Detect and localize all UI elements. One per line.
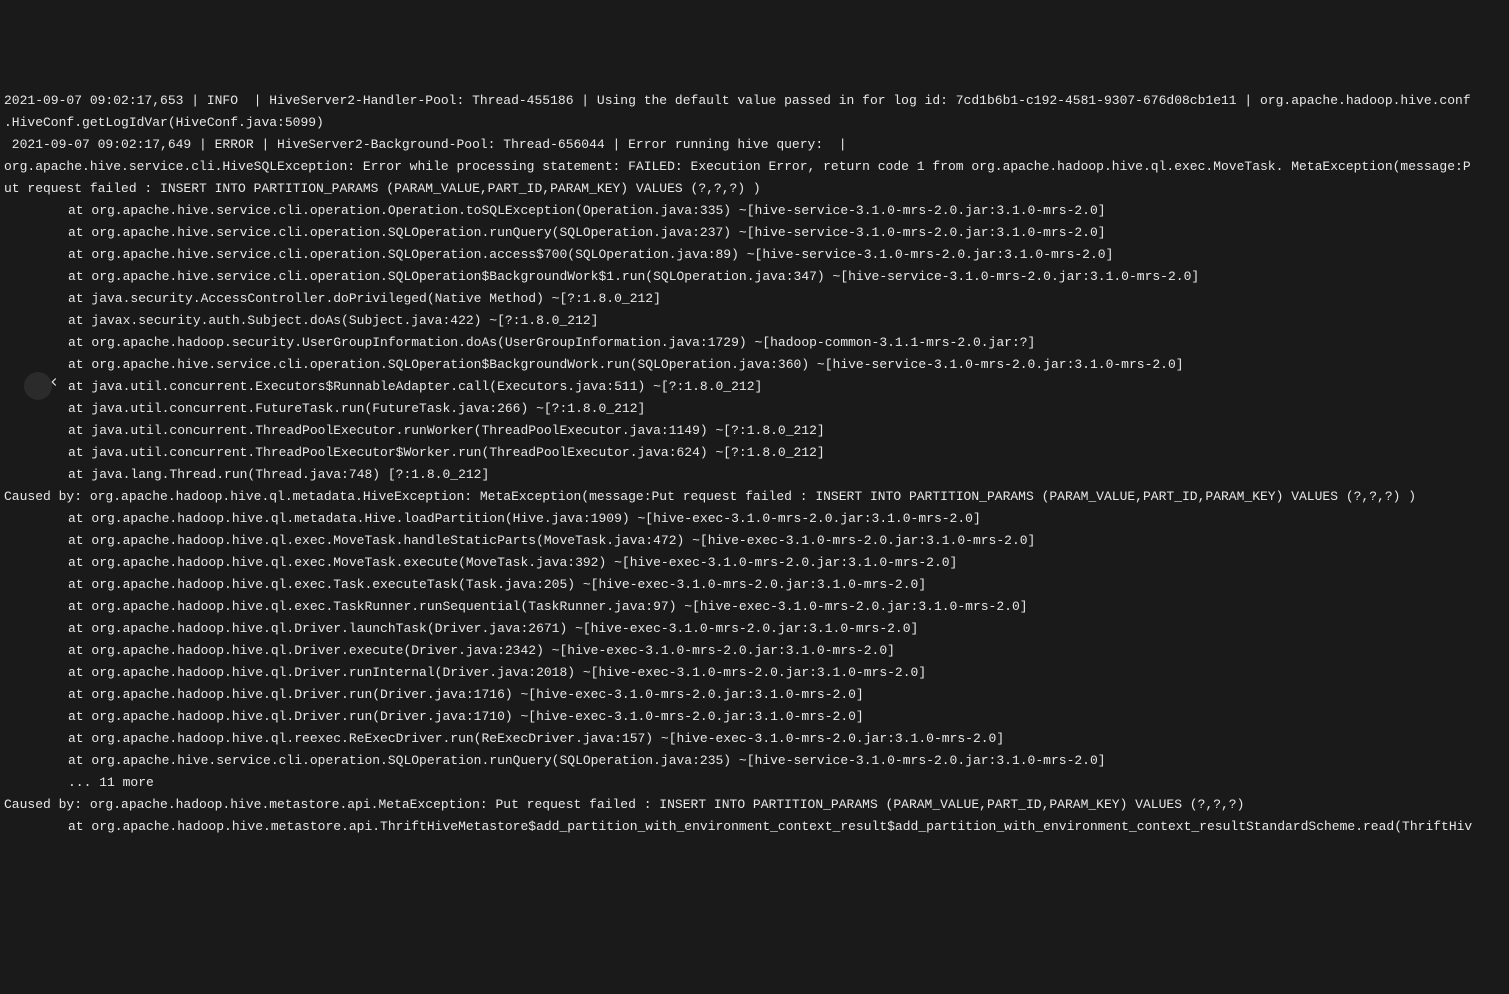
log-line: at org.apache.hive.service.cli.operation… <box>4 354 1505 376</box>
log-line: at java.util.concurrent.ThreadPoolExecut… <box>4 420 1505 442</box>
log-line: Caused by: org.apache.hadoop.hive.metast… <box>4 794 1505 816</box>
log-line: at java.util.concurrent.Executors$Runnab… <box>4 376 1505 398</box>
log-line: at java.security.AccessController.doPriv… <box>4 288 1505 310</box>
log-line: at org.apache.hadoop.hive.ql.Driver.laun… <box>4 618 1505 640</box>
log-line: Caused by: org.apache.hadoop.hive.ql.met… <box>4 486 1505 508</box>
log-line: at org.apache.hadoop.security.UserGroupI… <box>4 332 1505 354</box>
log-line: at org.apache.hive.service.cli.operation… <box>4 750 1505 772</box>
log-line: at org.apache.hadoop.hive.ql.reexec.ReEx… <box>4 728 1505 750</box>
log-line: at java.lang.Thread.run(Thread.java:748)… <box>4 464 1505 486</box>
back-button[interactable] <box>24 372 52 400</box>
log-output: 2021-09-07 09:02:17,653 | INFO | HiveSer… <box>0 88 1509 840</box>
log-line: ... 11 more <box>4 772 1505 794</box>
log-line: at org.apache.hadoop.hive.ql.exec.MoveTa… <box>4 552 1505 574</box>
log-line: at org.apache.hive.service.cli.operation… <box>4 244 1505 266</box>
log-line: at org.apache.hadoop.hive.ql.exec.MoveTa… <box>4 530 1505 552</box>
log-line: at java.util.concurrent.ThreadPoolExecut… <box>4 442 1505 464</box>
log-line: at org.apache.hive.service.cli.operation… <box>4 266 1505 288</box>
log-line: at javax.security.auth.Subject.doAs(Subj… <box>4 310 1505 332</box>
log-line: at org.apache.hadoop.hive.ql.exec.Task.e… <box>4 574 1505 596</box>
log-line: at java.util.concurrent.FutureTask.run(F… <box>4 398 1505 420</box>
log-line: org.apache.hive.service.cli.HiveSQLExcep… <box>4 156 1505 178</box>
log-line: at org.apache.hadoop.hive.ql.exec.TaskRu… <box>4 596 1505 618</box>
chevron-left-icon <box>15 353 60 419</box>
log-line: 2021-09-07 09:02:17,649 | ERROR | HiveSe… <box>4 134 1505 156</box>
log-line: at org.apache.hive.service.cli.operation… <box>4 222 1505 244</box>
log-line: at org.apache.hadoop.hive.ql.Driver.exec… <box>4 640 1505 662</box>
log-line: ut request failed : INSERT INTO PARTITIO… <box>4 178 1505 200</box>
log-line: .HiveConf.getLogIdVar(HiveConf.java:5099… <box>4 112 1505 134</box>
log-line: at org.apache.hadoop.hive.ql.Driver.runI… <box>4 662 1505 684</box>
log-line: at org.apache.hadoop.hive.ql.Driver.run(… <box>4 684 1505 706</box>
log-line: at org.apache.hadoop.hive.ql.Driver.run(… <box>4 706 1505 728</box>
log-line: at org.apache.hive.service.cli.operation… <box>4 200 1505 222</box>
log-line: at org.apache.hadoop.hive.ql.metadata.Hi… <box>4 508 1505 530</box>
log-line: 2021-09-07 09:02:17,653 | INFO | HiveSer… <box>4 90 1505 112</box>
log-line: at org.apache.hadoop.hive.metastore.api.… <box>4 816 1505 838</box>
